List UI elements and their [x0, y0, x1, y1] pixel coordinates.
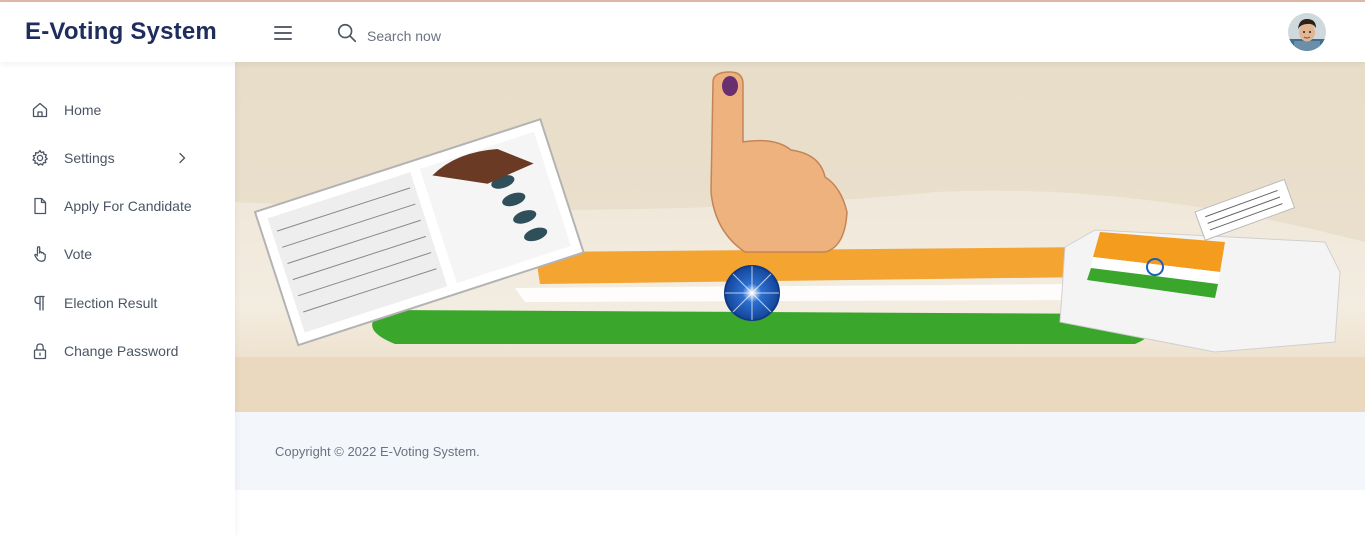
lock-icon — [31, 342, 49, 360]
hand-pointer-icon — [31, 245, 49, 263]
menu-toggle-button[interactable] — [274, 26, 292, 40]
search-input[interactable] — [367, 27, 567, 44]
footer: Copyright © 2022 E-Voting System. — [235, 412, 1365, 490]
sidebar-item-label: Apply For Candidate — [64, 198, 192, 214]
chevron-right-icon — [177, 151, 187, 164]
gear-icon — [31, 149, 49, 167]
election-banner-image — [235, 62, 1365, 412]
sidebar-item-label: Vote — [64, 246, 93, 262]
sidebar-item-label: Change Password — [64, 343, 179, 359]
sidebar-item-label: Election Result — [64, 295, 158, 311]
sidebar-item-vote[interactable]: Vote — [0, 234, 235, 274]
paragraph-icon — [31, 294, 49, 312]
sidebar: Home Settings Apply For Candidate Vote E… — [0, 62, 235, 536]
sidebar-item-election-result[interactable]: Election Result — [0, 283, 235, 323]
user-avatar[interactable] — [1288, 13, 1326, 51]
sidebar-item-apply-for-candidate[interactable]: Apply For Candidate — [0, 186, 235, 226]
search-bar — [336, 22, 567, 49]
copyright-text: Copyright © 2022 E-Voting System. — [275, 444, 480, 459]
sidebar-item-home[interactable]: Home — [0, 90, 235, 130]
home-icon — [31, 101, 49, 119]
top-navbar: E-Voting System — [0, 2, 1365, 62]
file-icon — [31, 197, 49, 215]
search-icon[interactable] — [336, 22, 358, 49]
sidebar-item-settings[interactable]: Settings — [0, 138, 235, 178]
brand-title[interactable]: E-Voting System — [25, 18, 217, 46]
sidebar-item-label: Home — [64, 102, 102, 118]
sidebar-item-label: Settings — [64, 150, 115, 166]
sidebar-item-change-password[interactable]: Change Password — [0, 331, 235, 371]
